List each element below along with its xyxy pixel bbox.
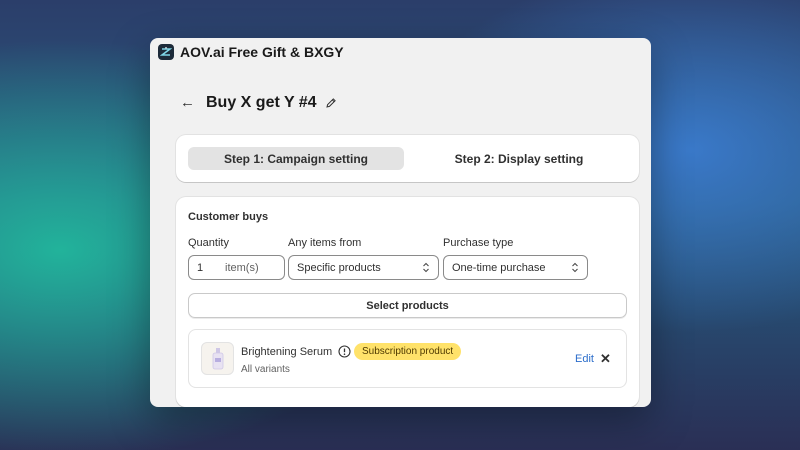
tab-campaign-setting[interactable]: Step 1: Campaign setting bbox=[188, 147, 404, 170]
subscription-badge: Subscription product bbox=[354, 343, 462, 360]
purchase-type-select[interactable]: One-time purchase bbox=[443, 255, 588, 280]
select-chevron-icon bbox=[571, 262, 579, 273]
app-titlebar: AOV.ai Free Gift & BXGY bbox=[158, 41, 344, 63]
product-list-item: Brightening Serum Subscription product A… bbox=[188, 329, 627, 388]
quantity-input[interactable]: 1 item(s) bbox=[188, 255, 285, 280]
purchase-type-value: One-time purchase bbox=[452, 261, 546, 274]
customer-buys-card: Customer buys Quantity Any items from Pu… bbox=[176, 197, 639, 407]
page-header: ← Buy X get Y #4 bbox=[180, 93, 339, 113]
quantity-suffix: item(s) bbox=[225, 261, 259, 274]
close-icon[interactable]: ✕ bbox=[600, 351, 611, 367]
back-arrow-icon[interactable]: ← bbox=[180, 93, 195, 113]
app-window: AOV.ai Free Gift & BXGY ← Buy X get Y #4… bbox=[150, 38, 651, 407]
product-thumbnail bbox=[201, 342, 234, 375]
tab-display-setting[interactable]: Step 2: Display setting bbox=[414, 147, 624, 170]
items-from-label: Any items from bbox=[288, 237, 362, 249]
pencil-icon[interactable] bbox=[325, 96, 339, 110]
items-from-value: Specific products bbox=[297, 261, 381, 274]
edit-product-link[interactable]: Edit bbox=[575, 353, 594, 365]
items-from-select[interactable]: Specific products bbox=[288, 255, 439, 280]
purchase-type-label: Purchase type bbox=[443, 237, 514, 249]
aov-logo-icon bbox=[158, 44, 174, 60]
steps-card: Step 1: Campaign setting Step 2: Display… bbox=[176, 135, 639, 182]
quantity-label: Quantity bbox=[188, 237, 229, 249]
quantity-value[interactable]: 1 bbox=[197, 262, 225, 274]
product-name: Brightening Serum bbox=[241, 346, 333, 358]
section-title: Customer buys bbox=[188, 211, 269, 223]
page-title: Buy X get Y #4 bbox=[206, 94, 317, 111]
select-products-button[interactable]: Select products bbox=[188, 293, 627, 318]
select-chevron-icon bbox=[422, 262, 430, 273]
product-variants: All variants bbox=[241, 364, 290, 375]
info-icon[interactable] bbox=[338, 345, 351, 358]
app-title: AOV.ai Free Gift & BXGY bbox=[180, 44, 344, 60]
